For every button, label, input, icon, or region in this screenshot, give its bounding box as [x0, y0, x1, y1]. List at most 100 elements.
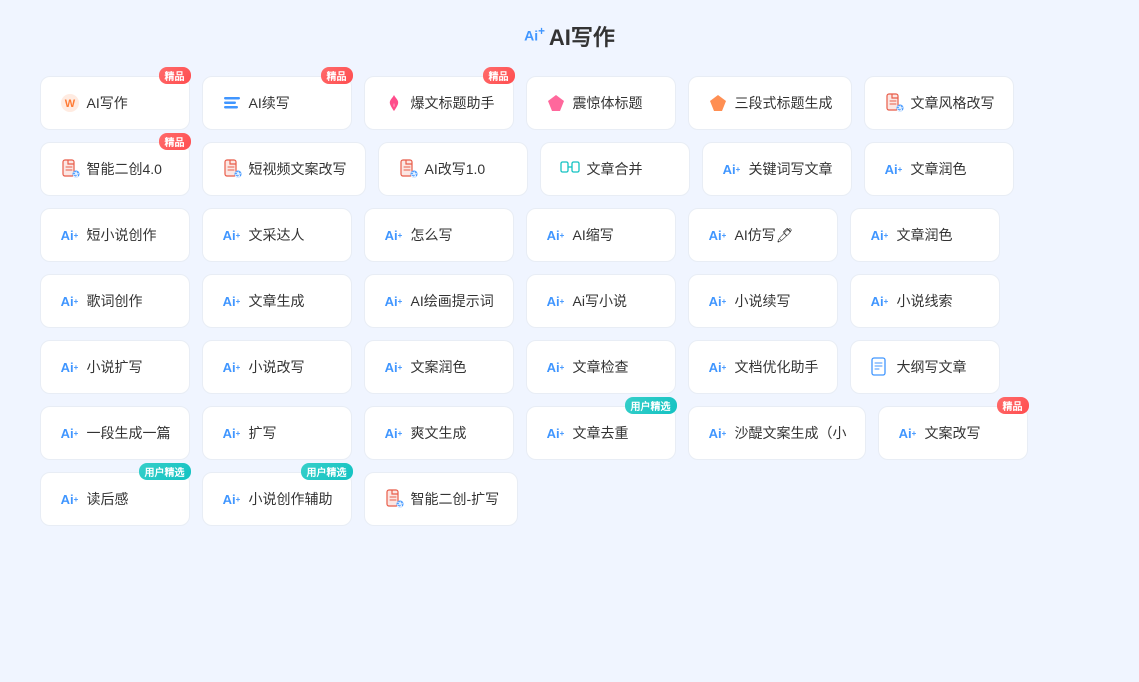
doc-icon: 改 — [59, 158, 81, 180]
card-lyric-create[interactable]: Ai+ 歌词创作 — [40, 274, 190, 328]
card-label: 读后感 — [87, 489, 129, 509]
card-novel-continue[interactable]: Ai+ 小说续写 — [688, 274, 838, 328]
card-short-video[interactable]: 改 短视频文案改写 — [202, 142, 366, 196]
badge: 精品 — [321, 67, 353, 84]
ai-plus-icon: Ai+ — [221, 356, 243, 378]
badge: 用户精选 — [625, 397, 677, 414]
main-container: Ai+ AI写作 精品 W AI写作 精品 AI续写 精品 爆文标题助手 震惊体… — [40, 20, 1100, 526]
card-label: AI绘画提示词 — [411, 291, 494, 311]
card-hot-title[interactable]: 精品 爆文标题助手 — [364, 76, 514, 130]
ai-plus-icon: Ai+ — [221, 290, 243, 312]
card-doc-optimize[interactable]: Ai+ 文档优化助手 — [688, 340, 838, 394]
card-label: 文案润色 — [411, 357, 467, 377]
card-article-polish1[interactable]: Ai+ 文章润色 — [864, 142, 1014, 196]
card-ai-continue[interactable]: 精品 AI续写 — [202, 76, 352, 130]
card-label: 爆文标题助手 — [411, 93, 495, 113]
ai-plus-icon: Ai+ — [707, 356, 729, 378]
card-how-to-write[interactable]: Ai+ 怎么写 — [364, 208, 514, 262]
diamond-icon — [707, 92, 729, 114]
card-ai-draw-prompt[interactable]: Ai+ AI绘画提示词 — [364, 274, 514, 328]
card-label: 小说续写 — [735, 291, 791, 311]
card-label: 扩写 — [249, 423, 277, 443]
card-label: 文章检查 — [573, 357, 629, 377]
card-article-polish2[interactable]: Ai+ 文章润色 — [850, 208, 1000, 262]
card-label: 文章润色 — [911, 159, 967, 179]
card-ai-write-novel[interactable]: Ai+ Ai写小说 — [526, 274, 676, 328]
outline-doc-icon — [869, 356, 891, 378]
card-label: 文章风格改写 — [911, 93, 995, 113]
card-article-gen[interactable]: Ai+ 文章生成 — [202, 274, 352, 328]
row-2: Ai+ 短小说创作 Ai+ 文采达人 Ai+ 怎么写 Ai+ AI缩写 Ai+ … — [40, 208, 1100, 262]
circle-w-icon: W — [59, 92, 81, 114]
title-text: AI写作 — [549, 20, 615, 52]
card-copy-rewrite[interactable]: 精品 Ai+ 文案改写 — [878, 406, 1028, 460]
card-ai-rewrite[interactable]: 改 AI改写1.0 — [378, 142, 528, 196]
card-shock-title[interactable]: 震惊体标题 — [526, 76, 676, 130]
ai-plus-icon: Ai+ — [221, 224, 243, 246]
card-copy-polish[interactable]: Ai+ 文案润色 — [364, 340, 514, 394]
card-ai-shrink[interactable]: Ai+ AI缩写 — [526, 208, 676, 262]
flame-icon — [383, 92, 405, 114]
ai-plus-icon: Ai+ — [707, 224, 729, 246]
card-label: Ai写小说 — [573, 291, 627, 311]
ai-plus-icon: Ai+ — [221, 422, 243, 444]
svg-text:改: 改 — [896, 105, 903, 113]
badge: 精品 — [159, 67, 191, 84]
card-cool-gen[interactable]: Ai+ 爽文生成 — [364, 406, 514, 460]
card-label: 沙醍文案生成（小 — [735, 423, 847, 443]
card-label: 短小说创作 — [87, 225, 157, 245]
row-5: Ai+ 一段生成一篇 Ai+ 扩写 Ai+ 爽文生成 用户精选 Ai+ 文章去重… — [40, 406, 1100, 460]
card-label: 小说改写 — [249, 357, 305, 377]
card-novel-expand[interactable]: Ai+ 小说扩写 — [40, 340, 190, 394]
ai-plus-icon: Ai+ — [869, 224, 891, 246]
card-label: 一段生成一篇 — [87, 423, 171, 443]
ai-plus-icon: Ai+ — [545, 356, 567, 378]
doc-icon: 改 — [383, 488, 405, 510]
diamond-icon — [545, 92, 567, 114]
badge: 精品 — [159, 133, 191, 150]
card-label: 大纲写文章 — [897, 357, 967, 377]
card-ai-writing[interactable]: 精品 W AI写作 — [40, 76, 190, 130]
card-label: 短视频文案改写 — [249, 159, 347, 179]
card-article-check[interactable]: Ai+ 文章检查 — [526, 340, 676, 394]
row-6: 用户精选 Ai+ 读后感 用户精选 Ai+ 小说创作辅助 改 智能二创-扩写 — [40, 472, 1100, 526]
card-read-feeling[interactable]: 用户精选 Ai+ 读后感 — [40, 472, 190, 526]
card-style-rewrite[interactable]: 改 文章风格改写 — [864, 76, 1014, 130]
ai-plus-icon: Ai+ — [383, 290, 405, 312]
card-one-para-gen[interactable]: Ai+ 一段生成一篇 — [40, 406, 190, 460]
ai-plus-icon: Ai+ — [545, 224, 567, 246]
ai-plus-icon: Ai+ — [383, 224, 405, 246]
card-expand-write[interactable]: Ai+ 扩写 — [202, 406, 352, 460]
card-outline-write[interactable]: 大纲写文章 — [850, 340, 1000, 394]
card-article-merge[interactable]: 文章合并 — [540, 142, 690, 196]
card-label: 文案改写 — [925, 423, 981, 443]
card-keyword-write[interactable]: Ai+ 关键词写文章 — [702, 142, 852, 196]
title-ai-logo: Ai+ — [524, 25, 545, 44]
card-short-novel[interactable]: Ai+ 短小说创作 — [40, 208, 190, 262]
merge-icon — [559, 158, 581, 180]
cards-grid: 精品 W AI写作 精品 AI续写 精品 爆文标题助手 震惊体标题 三段式标题生… — [40, 76, 1100, 526]
ai-plus-icon: Ai+ — [383, 356, 405, 378]
card-smart-dual-expand[interactable]: 改 智能二创-扩写 — [364, 472, 519, 526]
ai-plus-icon: Ai+ — [883, 158, 905, 180]
card-novel-assist[interactable]: 用户精选 Ai+ 小说创作辅助 — [202, 472, 352, 526]
card-label: 关键词写文章 — [749, 159, 833, 179]
card-novel-clue[interactable]: Ai+ 小说线索 — [850, 274, 1000, 328]
ai-plus-icon: Ai+ — [59, 356, 81, 378]
card-smart-dual[interactable]: 精品 改 智能二创4.0 — [40, 142, 190, 196]
badge: 精品 — [483, 67, 515, 84]
card-novel-rewrite[interactable]: Ai+ 小说改写 — [202, 340, 352, 394]
card-sha-copy-gen[interactable]: Ai+ 沙醍文案生成（小 — [688, 406, 866, 460]
card-label: AI缩写 — [573, 225, 614, 245]
card-writing-talent[interactable]: Ai+ 文采达人 — [202, 208, 352, 262]
row-0: 精品 W AI写作 精品 AI续写 精品 爆文标题助手 震惊体标题 三段式标题生… — [40, 76, 1100, 130]
card-ai-imitate[interactable]: Ai+ AI仿写🖊 — [688, 208, 838, 262]
card-label: AI改写1.0 — [425, 159, 486, 179]
row-3: Ai+ 歌词创作 Ai+ 文章生成 Ai+ AI绘画提示词 Ai+ Ai写小说 … — [40, 274, 1100, 328]
card-label: 小说扩写 — [87, 357, 143, 377]
ai-plus-icon: Ai+ — [221, 488, 243, 510]
card-article-dedup[interactable]: 用户精选 Ai+ 文章去重 — [526, 406, 676, 460]
ai-plus-icon: Ai+ — [59, 422, 81, 444]
card-three-para-title[interactable]: 三段式标题生成 — [688, 76, 852, 130]
svg-text:改: 改 — [410, 171, 417, 179]
